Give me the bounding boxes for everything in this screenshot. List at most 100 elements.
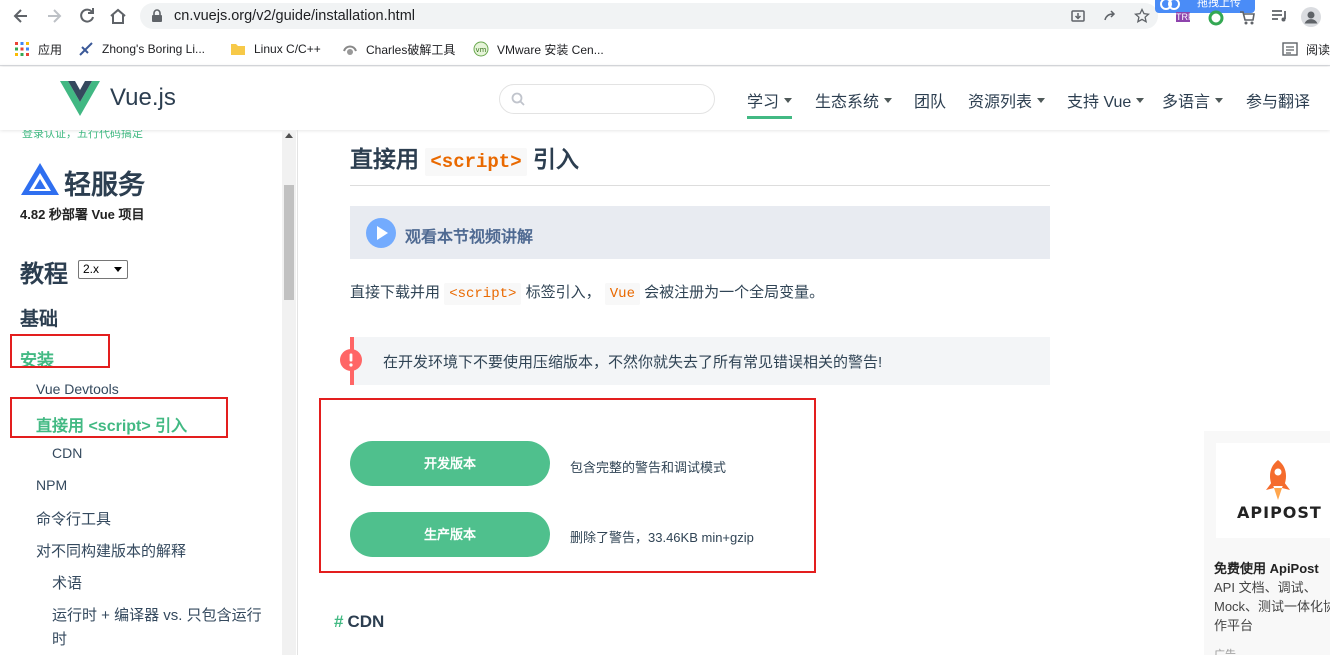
nav-label: 资源列表 <box>968 94 1033 111</box>
reload-icon[interactable] <box>77 6 97 26</box>
sidebar-section-title: 基础 <box>20 309 59 330</box>
version-value: 2.x <box>83 262 100 276</box>
lock-icon[interactable] <box>150 9 164 23</box>
nav-translate[interactable]: 参与翻译 <box>1246 88 1310 112</box>
bookmark-linux[interactable]: Linux C/C++ <box>230 40 321 58</box>
chevron-down-icon <box>1037 98 1046 104</box>
sidebar-scrollbar-thumb[interactable] <box>284 185 294 300</box>
nav-label: 多语言 <box>1162 94 1211 111</box>
vue-logo-icon[interactable] <box>60 81 100 117</box>
forward-arrow-icon[interactable] <box>44 6 64 26</box>
sidebar-item-npm[interactable]: NPM <box>36 477 67 493</box>
nav-label: 支持 Vue <box>1067 94 1132 111</box>
logo-text[interactable]: Vue.js <box>110 84 176 112</box>
heading-divider <box>350 185 1050 186</box>
reading-list-label: 阅读 <box>1306 42 1330 57</box>
warning-icon <box>340 349 362 371</box>
bookmark-vmware[interactable]: vm VMware 安装 Cen... <box>473 40 604 58</box>
nav-ecosystem[interactable]: 生态系统 <box>815 88 893 112</box>
share-icon[interactable] <box>1102 8 1118 24</box>
search-icon <box>511 92 525 106</box>
sidebar-item-runtime-compiler-cont[interactable]: 时 <box>52 628 67 649</box>
inline-code: <script> <box>444 283 522 305</box>
heading-suffix: 引入 <box>533 146 579 172</box>
charles-favicon-icon <box>342 41 358 57</box>
ext-green-circle-icon[interactable] <box>1207 10 1225 28</box>
chevron-down-icon <box>1136 98 1145 104</box>
ad-brand: APIPOST <box>1237 503 1322 522</box>
profile-avatar-icon[interactable] <box>1300 6 1322 28</box>
sponsor-tagline[interactable]: 4.82 秒部署 Vue 项目 <box>20 204 145 223</box>
bookmark-label: Linux C/C++ <box>254 42 321 56</box>
rocket-icon <box>1258 458 1298 502</box>
address-bar[interactable]: cn.vuejs.org/v2/guide/installation.html <box>140 3 1158 29</box>
nav-label: 生态系统 <box>815 94 880 111</box>
sidebar-banner-link[interactable]: 登录认证，五行代码搞定 <box>22 130 143 141</box>
sidebar-item-cli[interactable]: 命令行工具 <box>36 508 111 529</box>
anchor-hash[interactable]: # <box>334 612 343 631</box>
inline-code: Vue <box>604 283 640 305</box>
para-text: 直接下载并用 <box>350 284 441 301</box>
scroll-up-arrow-icon[interactable] <box>285 133 293 138</box>
bookmark-charles[interactable]: Charles破解工具 <box>342 40 455 58</box>
chevron-down-icon <box>114 267 122 272</box>
sidebar-item-terms[interactable]: 术语 <box>52 572 82 593</box>
chevron-down-icon <box>784 98 793 104</box>
home-icon[interactable] <box>108 6 128 26</box>
ad-label: 广告 <box>1214 649 1236 655</box>
reading-list-icon <box>1282 41 1298 57</box>
media-control-icon[interactable] <box>1270 7 1288 25</box>
cloud-upload-icon <box>1160 0 1180 10</box>
heading-prefix: 直接用 <box>350 146 419 172</box>
ad-title[interactable]: 免费使用 ApiPost <box>1214 558 1319 577</box>
nav-team[interactable]: 团队 <box>914 88 946 112</box>
reading-list[interactable]: 阅读 <box>1282 40 1330 58</box>
sidebar-item-runtime-compiler[interactable]: 运行时 + 编译器 vs. 只包含运行 <box>52 604 262 625</box>
bookmark-apps[interactable]: 应用 <box>14 40 62 58</box>
ext-trp-icon[interactable]: TRP <box>1176 12 1194 22</box>
nav-support-vue[interactable]: 支持 Vue <box>1067 88 1145 112</box>
warning-text: 在开发环境下不要使用压缩版本，不然你就失去了所有常见错误相关的警告! <box>383 354 883 371</box>
version-select[interactable]: 2.x <box>78 260 128 279</box>
intro-paragraph: 直接下载并用 <script> 标签引入， Vue 会被注册为一个全局变量。 <box>350 281 825 305</box>
para-text: 标签引入， <box>525 284 601 301</box>
bookmark-label: Zhong's Boring Li... <box>102 42 206 56</box>
back-arrow-icon[interactable] <box>11 6 31 26</box>
folder-icon <box>230 41 246 57</box>
bookmark-label: Charles破解工具 <box>366 42 456 57</box>
nav-resources[interactable]: 资源列表 <box>968 88 1046 112</box>
sponsor-logo-icon[interactable] <box>20 162 60 196</box>
section-heading: 直接用 <script> 引入 <box>350 140 579 176</box>
annotation-box-downloads <box>319 398 816 573</box>
cdn-heading: # CDN <box>334 612 384 632</box>
bookmark-label: 应用 <box>38 42 63 57</box>
nav-learn[interactable]: 学习 <box>747 88 793 119</box>
bookmark-zhong[interactable]: Zhong's Boring Li... <box>78 40 205 58</box>
para-text: 会被注册为一个全局变量。 <box>644 284 825 301</box>
nav-label: 参与翻译 <box>1246 94 1311 111</box>
sidebar-item-devtools[interactable]: Vue Devtools <box>36 381 119 397</box>
nav-languages[interactable]: 多语言 <box>1162 88 1224 112</box>
video-explainer-banner[interactable]: 观看本节视频讲解 <box>350 206 1050 259</box>
play-icon[interactable] <box>366 218 396 248</box>
annotation-box-install <box>10 334 110 368</box>
heading-code: <script> <box>425 148 527 176</box>
sidebar-item-cdn[interactable]: CDN <box>52 445 82 461</box>
svg-text:vm: vm <box>476 46 487 54</box>
install-app-icon[interactable] <box>1070 8 1086 24</box>
vmware-favicon-icon: vm <box>473 41 489 57</box>
bookmarks-bar: 应用 Zhong's Boring Li... Linux C/C++ Char… <box>0 32 1330 66</box>
chevron-down-icon <box>884 98 893 104</box>
video-label[interactable]: 观看本节视频讲解 <box>405 223 533 247</box>
url-text: cn.vuejs.org/v2/guide/installation.html <box>174 8 415 24</box>
ext-cart-icon[interactable] <box>1238 10 1256 28</box>
sidebar: 登录认证，五行代码搞定 轻服务 4.82 秒部署 Vue 项目 教程 2.x 基… <box>0 130 298 655</box>
search-input[interactable] <box>499 84 715 114</box>
nav-label: 团队 <box>914 94 947 111</box>
cdn-heading-text: CDN <box>347 612 385 631</box>
ad-description[interactable]: API 文档、调试、Mock、测试一体化协作平台 <box>1214 578 1330 635</box>
sidebar-item-builds[interactable]: 对不同构建版本的解释 <box>36 540 186 561</box>
sponsor-brand[interactable]: 轻服务 <box>64 163 145 202</box>
bookmark-star-icon[interactable] <box>1133 7 1151 24</box>
annotation-box-script <box>10 397 228 438</box>
